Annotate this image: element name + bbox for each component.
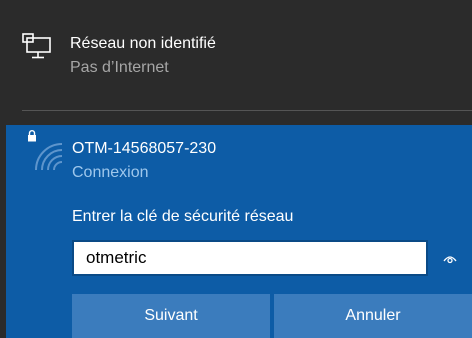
monitor-network-icon: [22, 33, 51, 59]
cancel-button[interactable]: Annuler: [274, 294, 472, 338]
panel-edge: [0, 125, 6, 338]
security-key-input[interactable]: [74, 242, 426, 274]
eye-icon: [443, 256, 457, 264]
reveal-password-button[interactable]: [432, 242, 468, 276]
divider: [22, 110, 472, 111]
next-button[interactable]: Suivant: [72, 294, 270, 338]
security-key-label: Entrer la clé de sécurité réseau: [72, 208, 294, 225]
security-key-field[interactable]: [72, 240, 428, 276]
wifi-connection-status: Connexion: [72, 164, 149, 181]
unidentified-network-panel: Réseau non identifié Pas d’Internet: [0, 0, 472, 125]
unidentified-network-name: Réseau non identifié: [70, 35, 216, 52]
unidentified-network-status: Pas d’Internet: [70, 59, 169, 76]
wifi-network-name: OTM-14568057-230: [72, 140, 217, 157]
wifi-signal-icon: [35, 143, 63, 171]
